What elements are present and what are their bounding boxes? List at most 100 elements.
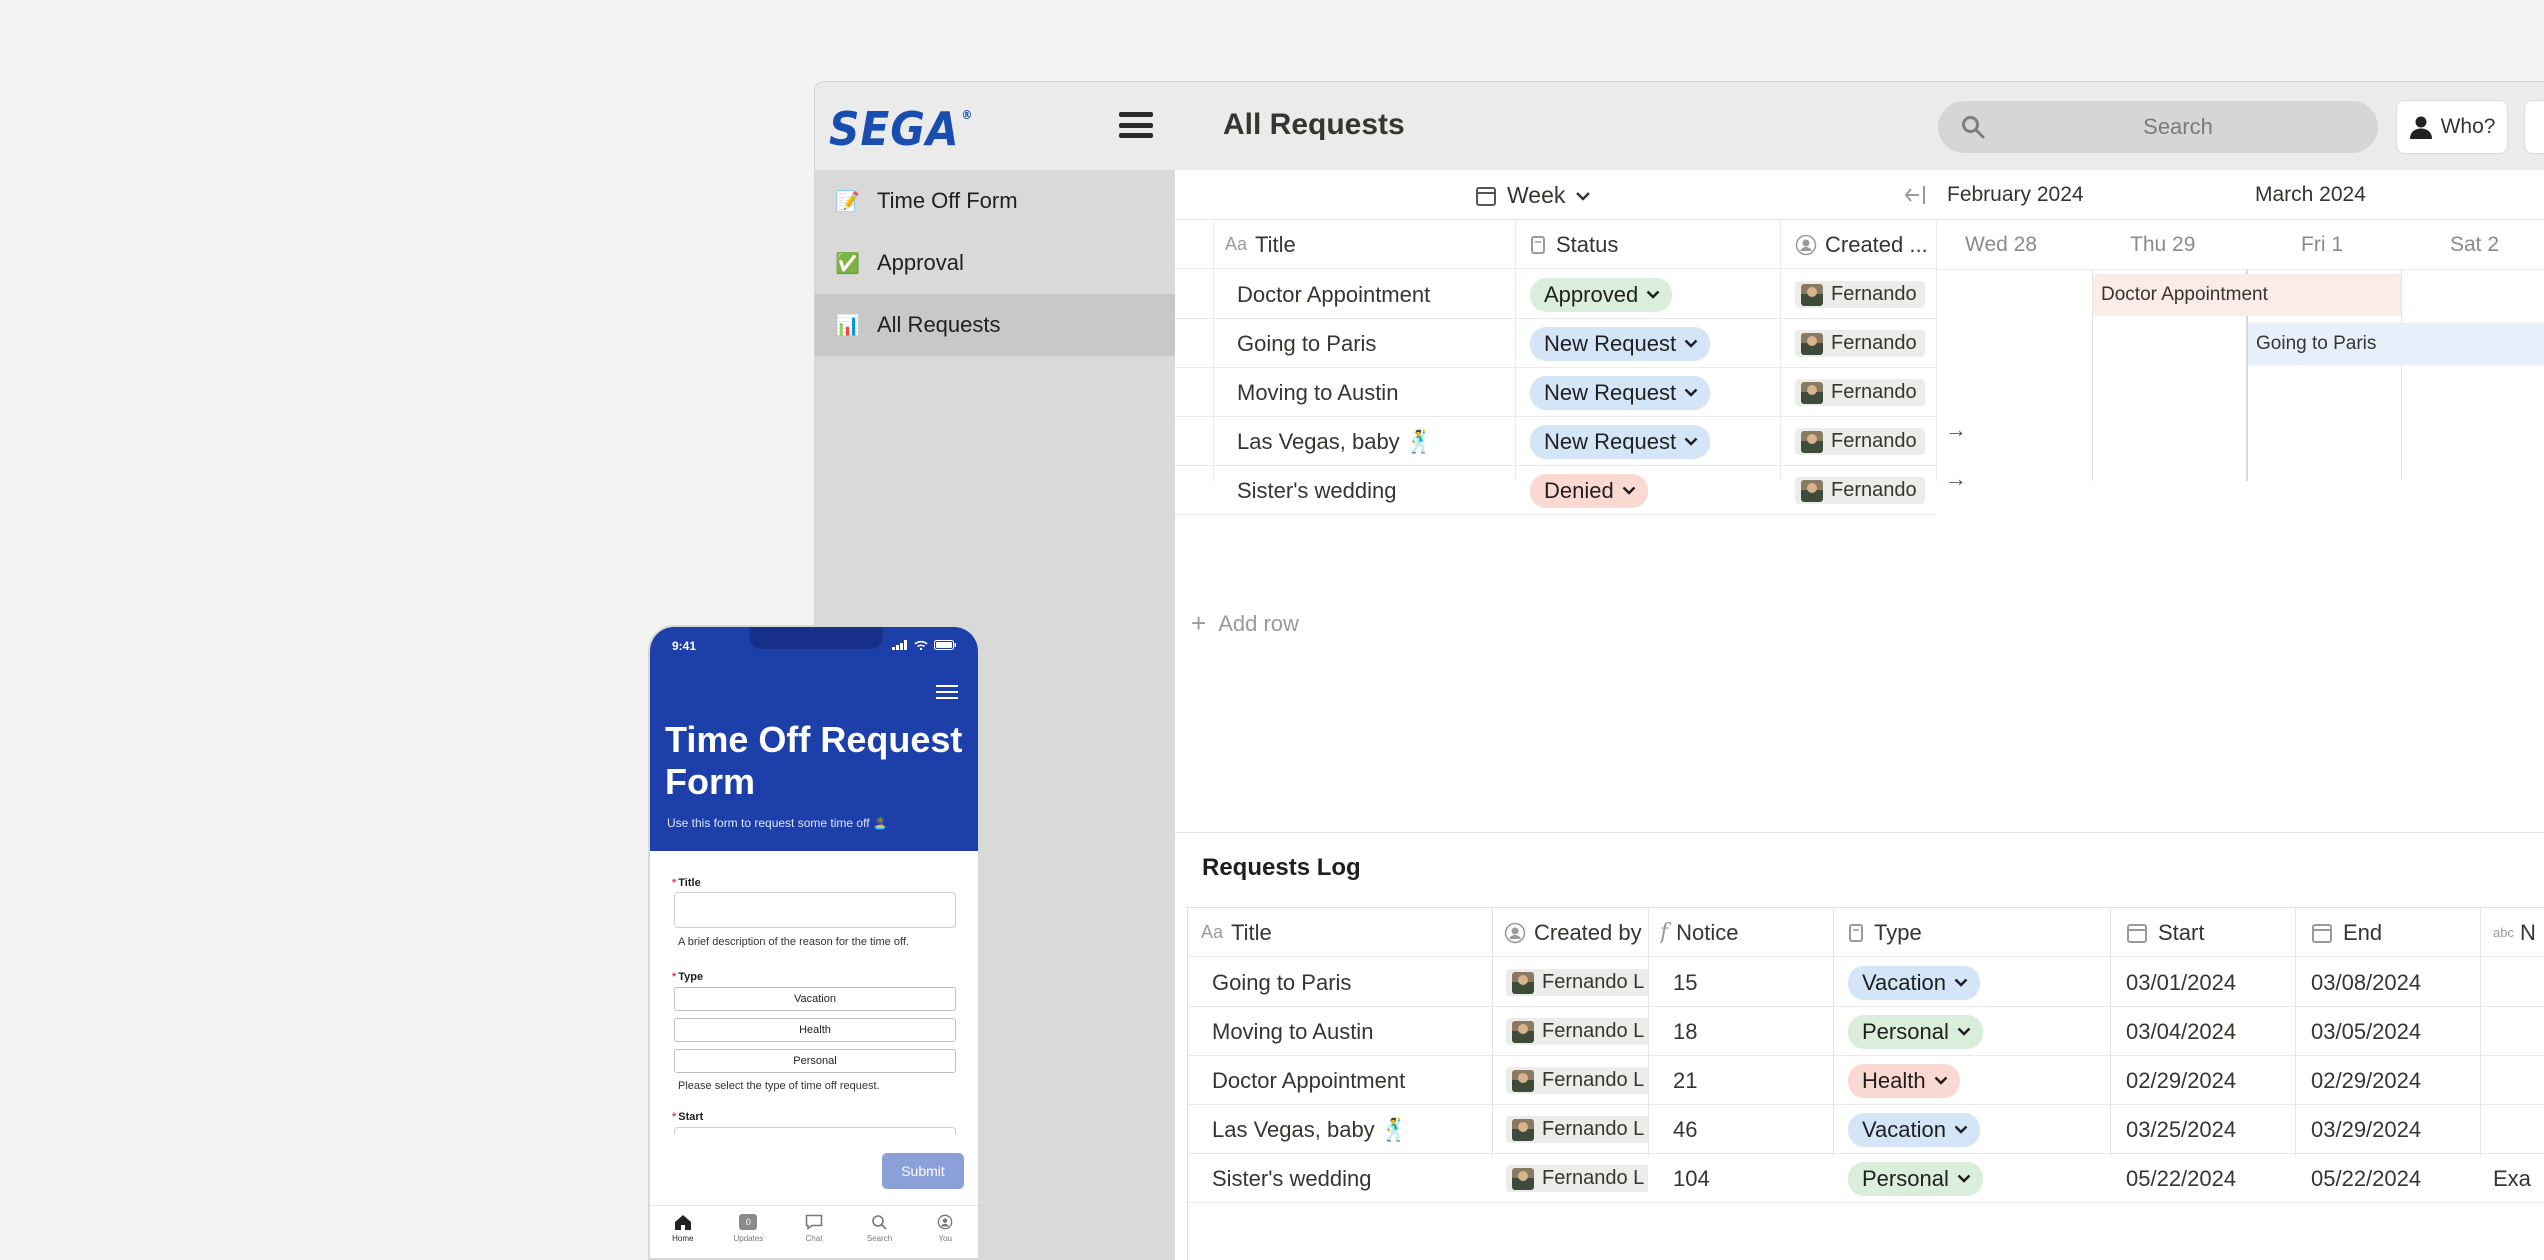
- table-row[interactable]: Las Vegas, baby 🕺 New Request Fernando: [1175, 417, 1937, 466]
- bottom-nav: Home 0 Updates Chat Search You: [650, 1205, 978, 1258]
- table-row[interactable]: Moving to Austin New Request Fernando: [1175, 368, 1937, 417]
- type-option-personal[interactable]: Personal: [674, 1049, 956, 1073]
- row-title[interactable]: Las Vegas, baby 🕺: [1237, 417, 1512, 466]
- wifi-icon: [914, 640, 928, 650]
- type-badge[interactable]: Vacation: [1848, 965, 1980, 1000]
- type-cell[interactable]: Personal: [1848, 1154, 1983, 1203]
- type-badge[interactable]: Personal: [1848, 1161, 1983, 1196]
- column-header-status[interactable]: Status: [1530, 220, 1780, 269]
- sega-logo[interactable]: SEGA ®: [829, 102, 973, 156]
- row-title[interactable]: Moving to Austin: [1212, 1007, 1487, 1056]
- column-header-extra[interactable]: abc N: [2493, 908, 2544, 957]
- add-row-button[interactable]: + Add row: [1191, 608, 1299, 639]
- type-badge[interactable]: Personal: [1848, 1014, 1983, 1049]
- title-field[interactable]: [674, 892, 956, 928]
- chevron-down-icon: [1646, 290, 1660, 299]
- chevron-down-icon: [1954, 1125, 1968, 1134]
- status-badge[interactable]: Denied: [1530, 473, 1648, 508]
- table-row[interactable]: Sister's wedding Denied Fernando: [1175, 466, 1937, 515]
- status-badge[interactable]: New Request: [1530, 424, 1711, 459]
- nav-chat[interactable]: Chat: [789, 1214, 839, 1258]
- column-header-title[interactable]: Aa Title: [1201, 908, 1491, 957]
- table-row[interactable]: Doctor Appointment Approved Fernando: [1175, 270, 1937, 319]
- row-title[interactable]: Sister's wedding: [1212, 1154, 1487, 1203]
- search-input[interactable]: [1998, 101, 2358, 153]
- menu-icon[interactable]: [936, 685, 958, 699]
- row-title[interactable]: Sister's wedding: [1237, 466, 1512, 515]
- person-chip: Fernando: [1795, 281, 1925, 308]
- type-badge[interactable]: Health: [1848, 1063, 1960, 1098]
- notice-cell: 46: [1673, 1116, 1698, 1142]
- status-cell[interactable]: New Request: [1530, 368, 1711, 417]
- column-header-end[interactable]: End: [2311, 908, 2481, 957]
- timeline-bar[interactable]: Doctor Appointment: [2093, 274, 2401, 316]
- status-cell[interactable]: Denied: [1530, 466, 1648, 515]
- table-row[interactable]: Moving to Austin Fernando L 18 Personal …: [1188, 1007, 2544, 1056]
- column-header-created-by[interactable]: Created by: [1504, 908, 1654, 957]
- person-chip: Fernando L: [1506, 1067, 1648, 1094]
- submit-button[interactable]: Submit: [882, 1153, 964, 1189]
- collapse-table-icon[interactable]: [1903, 184, 1927, 206]
- row-title[interactable]: Going to Paris: [1212, 958, 1487, 1007]
- nav-updates[interactable]: 0 Updates: [723, 1214, 773, 1258]
- avatar: [1801, 283, 1823, 306]
- avatar: [1512, 971, 1534, 994]
- avatar: [1801, 381, 1823, 404]
- row-title[interactable]: Las Vegas, baby 🕺: [1212, 1105, 1487, 1154]
- type-badge[interactable]: Vacation: [1848, 1112, 1980, 1147]
- form-header: 9:41 Time Off Request Form Use this form…: [650, 627, 978, 851]
- status-cell[interactable]: Approved: [1530, 270, 1673, 319]
- table-row[interactable]: Going to Paris Fernando L 15 Vacation 03…: [1188, 958, 2544, 1007]
- type-option-vacation[interactable]: Vacation: [674, 987, 956, 1011]
- column-header-notice[interactable]: ƒ Notice: [1660, 908, 1840, 957]
- type-cell[interactable]: Vacation: [1848, 958, 1980, 1007]
- status-badge[interactable]: New Request: [1530, 375, 1711, 410]
- row-title[interactable]: Doctor Appointment: [1212, 1056, 1487, 1105]
- toolbar-button[interactable]: [2524, 100, 2544, 154]
- nav-you[interactable]: You: [920, 1214, 970, 1258]
- who-button[interactable]: Who?: [2396, 100, 2508, 154]
- column-header-created-by[interactable]: Created ...: [1795, 220, 1935, 269]
- extra-cell: Exa: [2493, 1165, 2531, 1191]
- type-cell[interactable]: Vacation: [1848, 1105, 1980, 1154]
- table-row[interactable]: Sister's wedding Fernando L 104 Personal…: [1188, 1154, 2544, 1203]
- search-bar[interactable]: [1938, 101, 2378, 153]
- type-cell[interactable]: Personal: [1848, 1007, 1983, 1056]
- table-row[interactable]: Going to Paris New Request Fernando: [1175, 319, 1937, 368]
- phone-notch: [749, 627, 883, 649]
- avatar: [1512, 1118, 1534, 1141]
- column-header-title[interactable]: Aa Title: [1225, 220, 1515, 269]
- nav-home[interactable]: Home: [658, 1214, 708, 1258]
- row-title[interactable]: Going to Paris: [1237, 319, 1512, 368]
- nav-search[interactable]: Search: [855, 1214, 905, 1258]
- menu-icon[interactable]: [1119, 112, 1153, 138]
- type-option-health[interactable]: Health: [674, 1018, 956, 1042]
- column-header-start[interactable]: Start: [2126, 908, 2296, 957]
- status-badge[interactable]: Approved: [1530, 277, 1673, 312]
- table-row[interactable]: Las Vegas, baby 🕺 Fernando L 46 Vacation…: [1188, 1105, 2544, 1154]
- column-header-type[interactable]: Type: [1848, 908, 2098, 957]
- start-date-cell: 03/25/2024: [2126, 1116, 2237, 1142]
- week-view-select[interactable]: Week: [1475, 182, 1591, 209]
- grid-line: [1937, 269, 2544, 270]
- sidebar-item-time-off-form[interactable]: 📝 Time Off Form: [815, 170, 1175, 232]
- sidebar-item-all-requests[interactable]: 📊 All Requests: [815, 294, 1175, 356]
- sidebar-item-approval[interactable]: ✅ Approval: [815, 232, 1175, 294]
- status-badge[interactable]: New Request: [1530, 326, 1711, 361]
- arrow-right-icon[interactable]: →: [1945, 417, 1967, 443]
- chevron-down-icon: [1684, 437, 1698, 446]
- page-title: All Requests: [1223, 108, 1405, 141]
- type-cell[interactable]: Health: [1848, 1056, 1960, 1105]
- table-row[interactable]: Doctor Appointment Fernando L 21 Health …: [1188, 1056, 2544, 1105]
- row-title[interactable]: Moving to Austin: [1237, 368, 1512, 417]
- timeline-bar[interactable]: Going to Paris: [2248, 323, 2544, 365]
- created-by-cell: Fernando L: [1506, 1105, 1648, 1154]
- arrow-right-icon[interactable]: →: [1945, 466, 1967, 492]
- status-cell[interactable]: New Request: [1530, 417, 1711, 466]
- plus-icon: +: [1191, 608, 1207, 638]
- formula-icon: ƒ: [1660, 920, 1669, 945]
- field-label-start: * Start: [672, 1111, 704, 1123]
- row-title[interactable]: Doctor Appointment: [1237, 270, 1512, 319]
- start-field[interactable]: [674, 1127, 956, 1135]
- status-cell[interactable]: New Request: [1530, 319, 1711, 368]
